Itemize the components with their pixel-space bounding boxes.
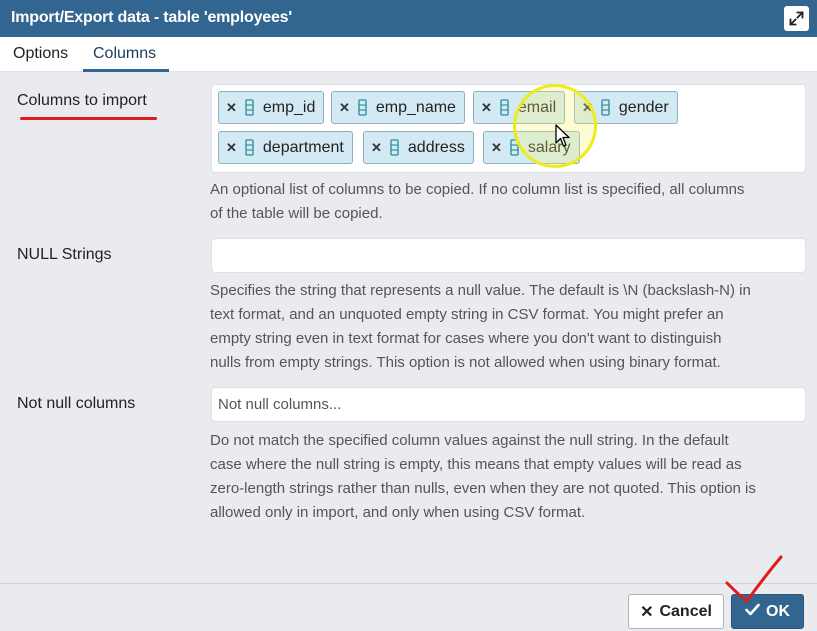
column-tag: ✕ gender [574,91,678,124]
check-icon [745,603,760,621]
help-line: allowed only in import, and only when us… [210,504,586,521]
column-tag-label: address [407,138,465,156]
tab-bar: Options Columns [0,37,817,72]
help-line: zero-length strings rather than nulls, e… [210,480,756,497]
column-icon [510,139,519,156]
column-icon [358,99,367,116]
help-line: case where the null string is empty, thi… [210,456,742,473]
cancel-button-label: Cancel [659,602,712,620]
help-line: of the table will be copied. [210,205,383,222]
dialog-titlebar: Import/Export data - table 'employees' [0,0,817,37]
close-icon: ✕ [640,603,654,621]
column-icon [245,99,254,116]
column-tag-label: department [262,138,344,156]
red-annotation-underline [20,117,157,120]
close-icon[interactable]: ✕ [582,100,593,116]
column-icon [245,139,254,156]
help-line: An optional list of columns to be copied… [210,181,745,198]
column-tag: ✕ department [218,131,353,164]
column-tag: ✕ email [473,91,566,124]
columns-to-import-help: An optional list of columns to be copied… [210,178,806,226]
help-line: text format, and an unquoted empty strin… [210,306,724,323]
close-icon[interactable]: ✕ [226,140,237,156]
column-tag: ✕ salary [483,131,580,164]
column-tag: ✕ address [363,131,474,164]
maximize-button[interactable] [784,6,809,31]
tab-options[interactable]: Options [13,45,68,63]
not-null-columns-help: Do not match the specified column values… [210,429,806,525]
close-icon[interactable]: ✕ [481,100,492,116]
ok-button-label: OK [766,602,790,620]
help-line: Do not match the specified column values… [210,432,729,449]
null-strings-input[interactable] [211,238,806,273]
not-null-columns-label: Not null columns [17,395,136,412]
column-icon [390,139,399,156]
ok-button[interactable]: OK [731,594,804,629]
null-strings-help: Specifies the string that represents a n… [210,279,806,375]
column-tag-label: salary [527,138,571,156]
column-icon [601,99,610,116]
help-line: nulls from empty strings. This option is… [210,354,721,371]
close-icon[interactable]: ✕ [371,140,382,156]
column-icon [500,99,509,116]
column-tag-label: emp_name [375,98,456,116]
column-tag-label: email [517,98,557,116]
tab-columns[interactable]: Columns [93,45,156,63]
column-tag: ✕ emp_name [331,91,465,124]
close-icon[interactable]: ✕ [339,100,350,116]
dialog-title: Import/Export data - table 'employees' [11,9,292,26]
column-tag-label: gender [618,98,669,116]
columns-to-import-select[interactable]: ✕ emp_id ✕ emp_name ✕ email ✕ gender ✕ d… [211,84,806,173]
close-icon[interactable]: ✕ [226,100,237,116]
help-line: Specifies the string that represents a n… [210,282,751,299]
null-strings-label: NULL Strings [17,246,112,263]
close-icon[interactable]: ✕ [491,140,502,156]
column-tag-label: emp_id [262,98,316,116]
columns-to-import-label: Columns to import [17,92,147,109]
column-tag: ✕ emp_id [218,91,325,124]
maximize-icon [789,11,804,26]
help-line: empty string even in text format for cas… [210,330,722,347]
not-null-columns-input[interactable] [211,387,806,422]
cancel-button[interactable]: ✕ Cancel [628,594,724,629]
